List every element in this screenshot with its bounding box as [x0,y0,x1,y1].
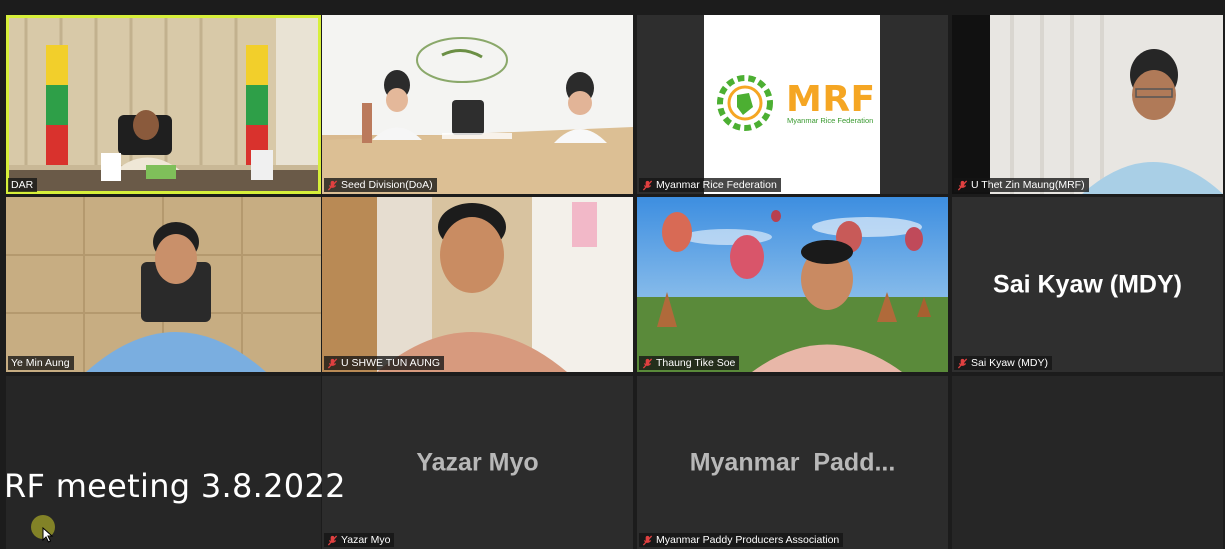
participant-name: U SHWE TUN AUNG [341,357,440,369]
participant-nameplate: Sai Kyaw (MDY) [954,356,1053,370]
mic-muted-icon [327,179,338,191]
video-tile-seed-division[interactable]: Seed Division(DoA) [322,15,633,194]
mic-muted-icon [642,179,653,191]
video-tile-yazar-myo[interactable]: Yazar Myo Yazar Myo [322,376,633,549]
participant-nameplate: Seed Division(DoA) [324,178,437,192]
mic-muted-icon [957,357,968,369]
video-feed [6,197,321,372]
participant-name: Seed Division(DoA) [341,179,433,191]
mouse-cursor-icon [42,527,54,543]
mic-muted-icon [327,534,338,546]
participant-name: U Thet Zin Maung(MRF) [971,179,1085,191]
video-feed [637,197,948,372]
video-feed [322,197,633,372]
participant-nameplate: DAR [8,178,38,192]
mic-muted-icon [327,357,338,369]
logo-text: MRF [786,79,876,120]
video-tile-sai-kyaw[interactable]: Sai Kyaw (MDY) Sai Kyaw (MDY) [952,197,1223,372]
participant-nameplate: Ye Min Aung [8,356,74,370]
video-tile-myanmar-rice-federation[interactable]: MRF Myanmar Rice Federation Myanmar Rice… [637,15,948,194]
video-feed [952,15,1223,194]
video-tile-u-thet-zin-maung[interactable]: U Thet Zin Maung(MRF) [952,15,1223,194]
video-feed [322,15,633,194]
video-tile-u-shwe-tun-aung[interactable]: U SHWE TUN AUNG [322,197,633,372]
video-off-name: Sai Kyaw (MDY) [993,270,1182,298]
mic-muted-icon [957,179,968,191]
video-off-name: Yazar Myo [416,448,539,476]
meeting-title-overlay: RF meeting 3.8.2022 [4,467,346,505]
empty-tile-right [952,376,1223,549]
participant-nameplate: U SHWE TUN AUNG [324,356,444,370]
participant-name: Thaung Tike Soe [656,357,736,369]
video-tile-thaung-tike-soe[interactable]: Thaung Tike Soe [637,197,948,372]
participant-name: Sai Kyaw (MDY) [971,357,1049,369]
mic-muted-icon [642,534,653,546]
video-tile-ye-min-aung[interactable]: Ye Min Aung [6,197,321,372]
participant-name: Ye Min Aung [11,357,70,369]
video-tile-myanmar-paddy-producers[interactable]: Myanmar Padd... Myanmar Paddy Producers … [637,376,948,549]
participant-name: Myanmar Rice Federation [656,179,777,191]
participant-name: Myanmar Paddy Producers Association [656,534,840,546]
participant-nameplate: Myanmar Rice Federation [639,178,781,192]
participant-name: DAR [11,179,34,191]
participant-name: Yazar Myo [341,534,391,546]
participant-nameplate: Thaung Tike Soe [639,356,740,370]
mic-muted-icon [642,357,653,369]
logo-subtext: Myanmar Rice Federation [787,116,874,125]
video-tile-dar[interactable]: DAR [6,15,321,194]
participant-nameplate: Myanmar Paddy Producers Association [639,533,844,547]
participant-nameplate: U Thet Zin Maung(MRF) [954,178,1089,192]
participant-nameplate: Yazar Myo [324,533,395,547]
video-off-name: Myanmar Padd... [689,448,896,476]
video-feed [6,15,321,194]
